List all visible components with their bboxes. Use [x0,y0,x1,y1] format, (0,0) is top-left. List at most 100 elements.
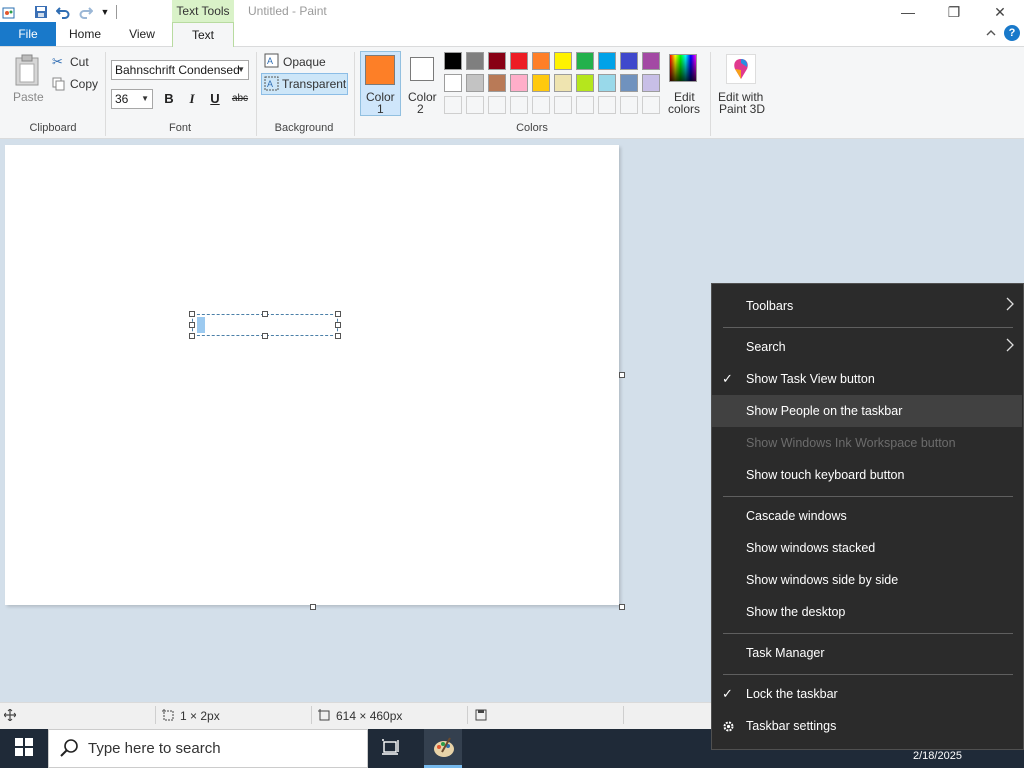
paint-app-icon[interactable] [1,4,17,20]
restore-button[interactable]: ❐ [931,0,977,24]
canvas-resize-handle[interactable] [619,372,625,378]
palette-swatch[interactable] [510,74,528,92]
customize-qat-icon[interactable]: ▼ [97,4,113,20]
palette-swatch[interactable] [466,74,484,92]
task-view-icon[interactable] [381,739,401,760]
bold-button[interactable]: B [160,90,178,108]
paste-button[interactable]: Paste [10,52,44,104]
collapse-ribbon-icon[interactable] [984,26,998,40]
close-button[interactable]: ✕ [977,0,1023,24]
palette-swatch[interactable] [532,74,550,92]
opaque-label: Opaque [283,55,326,69]
context-menu-item-task-manager[interactable]: Task Manager [712,637,1022,669]
custom-color-slot[interactable] [510,96,528,114]
context-menu-item-label: Show People on the taskbar [746,404,903,418]
custom-color-slot[interactable] [444,96,462,114]
minimize-button[interactable]: — [885,0,931,24]
clipboard-group-label: Clipboard [29,122,77,134]
custom-color-slot[interactable] [620,96,638,114]
canvas-resize-handle[interactable] [619,604,625,610]
textbox-resize-handle[interactable] [262,333,268,339]
context-menu-separator [723,633,1013,634]
custom-color-slot[interactable] [532,96,550,114]
custom-color-slot[interactable] [554,96,572,114]
copy-button[interactable]: Copy [52,76,100,92]
palette-swatch[interactable] [444,74,462,92]
context-menu-item-show-windows-stacked[interactable]: Show windows stacked [712,532,1022,564]
tab-text[interactable]: Text [172,22,234,47]
redo-icon[interactable] [78,4,94,20]
checkmark-icon: ✓ [722,371,733,386]
tab-view[interactable]: View [120,22,164,46]
palette-swatch[interactable] [510,52,528,70]
palette-swatch[interactable] [598,74,616,92]
italic-button[interactable]: I [183,90,201,108]
context-menu-item-toolbars[interactable]: Toolbars [712,290,1022,322]
tab-file[interactable]: File [0,22,56,46]
canvas-resize-handle[interactable] [310,604,316,610]
strikethrough-button[interactable]: abc [229,90,251,108]
palette-swatch[interactable] [554,52,572,70]
textbox-resize-handle[interactable] [335,333,341,339]
status-separator [623,706,624,724]
chevron-down-icon: ▼ [237,65,245,74]
search-placeholder: Type here to search [88,740,221,757]
start-button[interactable] [0,729,48,768]
font-family-select[interactable]: Bahnschrift Condensed ▼ [111,60,249,80]
textbox-resize-handle[interactable] [189,322,195,328]
palette-swatch[interactable] [532,52,550,70]
custom-color-slot[interactable] [488,96,506,114]
cut-button[interactable]: ✂ Cut [52,54,94,70]
edit-with-paint-3d-button[interactable]: Edit with Paint 3D [716,52,768,116]
undo-icon[interactable] [55,4,71,20]
palette-swatch[interactable] [554,74,572,92]
context-menu-item-lock-the-taskbar[interactable]: ✓ Lock the taskbar [712,678,1022,710]
textbox-resize-handle[interactable] [262,311,268,317]
custom-color-slot[interactable] [642,96,660,114]
underline-button[interactable]: U [206,90,224,108]
clock-date[interactable]: 2/18/2025 [913,750,962,762]
context-menu-item-label: Show windows stacked [746,541,876,555]
palette-swatch[interactable] [488,52,506,70]
palette-swatch[interactable] [598,52,616,70]
tab-home[interactable]: Home [62,22,108,46]
custom-color-slot[interactable] [598,96,616,114]
context-menu-item-show-people-on-the-taskbar[interactable]: Show People on the taskbar [712,395,1022,427]
textbox-resize-handle[interactable] [335,322,341,328]
transparent-button[interactable]: A Transparent [261,73,348,95]
paint-palette-icon [432,736,456,763]
palette-swatch[interactable] [642,74,660,92]
palette-swatch[interactable] [488,74,506,92]
context-menu-item-show-the-desktop[interactable]: Show the desktop [712,596,1022,628]
context-menu-item-show-windows-side-by-side[interactable]: Show windows side by side [712,564,1022,596]
opaque-button[interactable]: A Opaque [262,52,348,70]
title-bar [0,0,1024,24]
font-size-select[interactable]: 36 ▼ [111,89,153,109]
palette-swatch[interactable] [466,52,484,70]
edit-colors-button[interactable]: Edit colors [666,52,702,116]
palette-swatch[interactable] [444,52,462,70]
palette-swatch[interactable] [620,74,638,92]
taskbar-paint-app[interactable] [424,729,462,768]
color-1-swatch [365,55,395,85]
palette-swatch[interactable] [576,74,594,92]
context-menu-item-show-touch-keyboard-button[interactable]: Show touch keyboard button [712,459,1022,491]
scissors-icon: ✂ [52,54,63,69]
help-icon[interactable]: ? [1004,25,1020,41]
palette-swatch[interactable] [642,52,660,70]
context-menu-item-show-task-view-button[interactable]: ✓ Show Task View button [712,363,1022,395]
custom-color-slot[interactable] [466,96,484,114]
custom-color-slot[interactable] [576,96,594,114]
context-menu-item-taskbar-settings[interactable]: Taskbar settings [712,710,1022,742]
palette-swatch[interactable] [576,52,594,70]
context-menu-item-search[interactable]: Search [712,331,1022,363]
edit-colors-label-line2: colors [668,102,701,116]
textbox-resize-handle[interactable] [335,311,341,317]
save-icon[interactable] [33,4,49,20]
drawing-canvas[interactable] [5,145,619,605]
context-menu-item-label: Search [746,340,786,354]
textbox-resize-handle[interactable] [189,333,195,339]
textbox-resize-handle[interactable] [189,311,195,317]
context-menu-item-cascade-windows[interactable]: Cascade windows [712,500,1022,532]
palette-swatch[interactable] [620,52,638,70]
